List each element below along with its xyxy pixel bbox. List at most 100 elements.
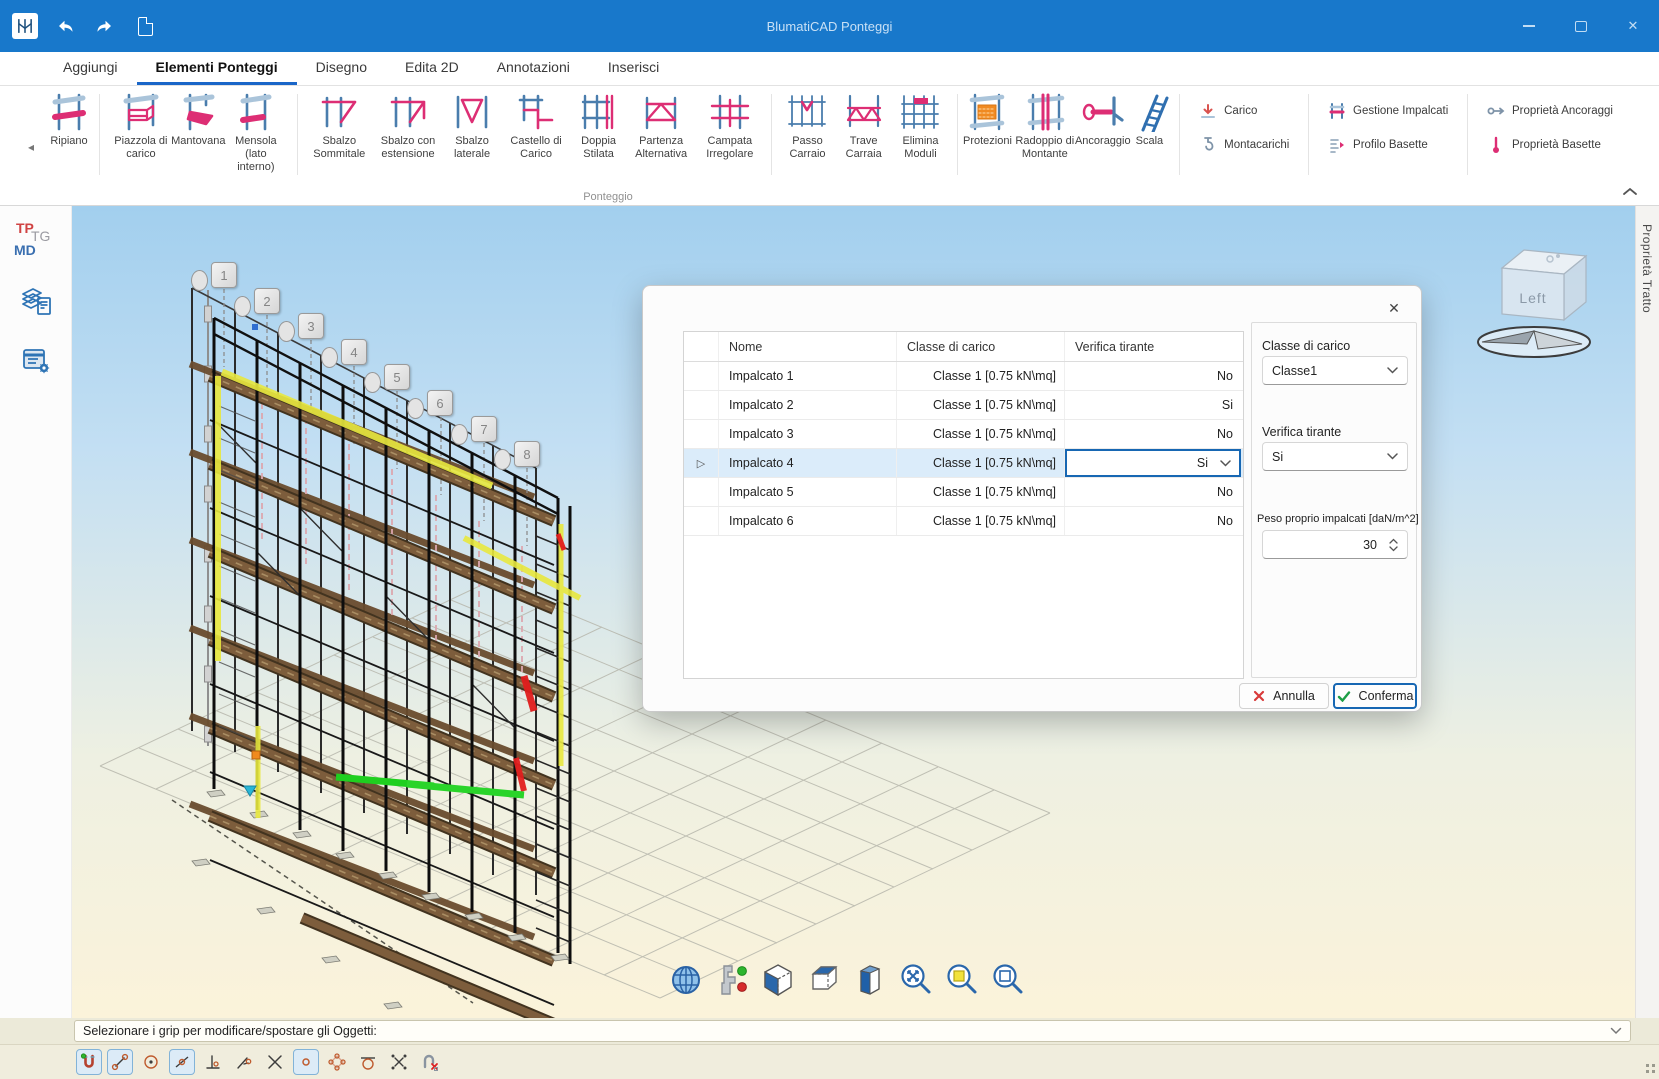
ribbon-button-sbalzo-sommitale[interactable]: Sbalzo Sommitale [305,92,374,161]
classe-di-carico-select[interactable]: Classe1 [1262,356,1408,385]
zoom-window-button[interactable] [942,960,982,1000]
proprieta-tratto-tab[interactable]: Proprietà Tratto [1640,224,1654,313]
chevron-down-icon[interactable] [1610,1027,1622,1035]
ribbon-button-castello-di-carico[interactable]: Castello di Carico [502,92,571,161]
ribbon-button-doppia-stilata[interactable]: Doppia Stilata [570,92,626,161]
snap-intersection-button[interactable] [262,1049,288,1075]
table-row[interactable]: Impalcato 2 Classe 1 [0.75 kN\mq] Si [684,391,1243,420]
partenza-alternativa-icon [639,92,683,132]
maximize-icon [1575,21,1587,32]
redo-button[interactable] [92,13,118,39]
cell-classe[interactable]: Classe 1 [0.75 kN\mq] [897,391,1065,419]
ribbon-button-ancoraggio[interactable]: Ancoraggio [1079,92,1126,148]
ribbon-button-ripiano[interactable]: Ripiano [46,92,92,148]
snap-endpoint-button[interactable] [107,1049,133,1075]
snap-quadrant-button[interactable] [324,1049,350,1075]
cell-verifica[interactable]: No [1065,478,1241,506]
tab-annotazioni[interactable]: Annotazioni [478,52,589,85]
collapse-ribbon-button[interactable] [1619,183,1641,199]
table-row[interactable]: Impalcato 5 Classe 1 [0.75 kN\mq] No [684,478,1243,507]
snap-midpoint-button[interactable] [169,1049,195,1075]
spinner-down-icon[interactable] [1389,546,1398,552]
ribbon-button-scala[interactable]: Scala [1126,92,1172,148]
dialog-close-button[interactable]: ✕ [1379,294,1409,322]
ribbon-button-gestione-impalcati[interactable]: Gestione Impalcati [1328,102,1448,120]
peso-proprio-spinner[interactable]: 30 [1262,530,1408,559]
cell-verifica[interactable]: No [1065,420,1241,448]
trave-carraia-icon [842,92,886,132]
ribbon-button-sbalzo-laterale[interactable]: Sbalzo laterale [442,92,501,161]
annulla-button[interactable]: Annulla [1239,683,1329,709]
conferma-button[interactable]: Conferma [1333,683,1417,709]
ribbon-button-proprieta-basette[interactable]: Proprietà Basette [1487,136,1613,154]
ribbon-button-trave-carraia[interactable]: Trave Carraia [836,92,891,161]
ribbon-button-label: Gestione Impalcati [1353,105,1448,117]
tab-disegno[interactable]: Disegno [297,52,386,85]
box-view-button[interactable] [804,960,844,1000]
snap-disable-button[interactable] [417,1049,443,1075]
command-input[interactable]: Selezionare i grip per modificare/sposta… [74,1020,1631,1042]
magnet-snap-icon [79,1052,99,1072]
cell-verifica[interactable]: Si [1065,391,1241,419]
table-row-selected[interactable]: ▷ Impalcato 4 Classe 1 [0.75 kN\mq] Si [684,449,1243,478]
iso-view-button[interactable] [758,960,798,1000]
cell-verifica[interactable]: No [1065,507,1241,535]
snap-from-button[interactable] [231,1049,257,1075]
close-button[interactable]: ✕ [1607,0,1659,52]
zoom-previous-button[interactable] [988,960,1028,1000]
layers-report-button[interactable] [17,282,55,320]
minimize-button[interactable] [1503,0,1555,52]
ribbon-button-mantovana[interactable]: Mantovana [175,92,221,148]
ribbon-button-montacarichi[interactable]: Montacarichi [1199,136,1289,154]
snap-node-button[interactable] [293,1049,319,1075]
ribbon-button-partenza-alternativa[interactable]: Partenza Alternativa [627,92,696,161]
snap-center-button[interactable] [138,1049,164,1075]
ribbon-divider [1308,94,1309,175]
ribbon-button-campata-irregolare[interactable]: Campata Irregolare [695,92,764,161]
cell-classe[interactable]: Classe 1 [0.75 kN\mq] [897,507,1065,535]
spinner-up-icon[interactable] [1389,538,1398,544]
snap-magnet-button[interactable] [76,1049,102,1075]
snap-perpendicular-button[interactable] [200,1049,226,1075]
cell-classe[interactable]: Classe 1 [0.75 kN\mq] [897,362,1065,390]
verifica-cell-dropdown[interactable]: Si [1065,449,1241,477]
maximize-button[interactable] [1555,0,1607,52]
ribbon-button-elimina-moduli[interactable]: Elimina Moduli [891,92,949,161]
side-view-button[interactable] [850,960,890,1000]
ribbon-button-protezioni[interactable]: Protezioni [964,92,1010,148]
tab-elementi-ponteggi[interactable]: Elementi Ponteggi [137,52,297,85]
ribbon-button-proprieta-ancoraggi[interactable]: Proprietà Ancoraggi [1487,102,1613,120]
window-resize-grip[interactable] [1646,1064,1649,1067]
new-document-button[interactable] [132,13,158,39]
ribbon-button-carico[interactable]: Carico [1199,102,1289,120]
doppia-stilata-icon [577,92,621,132]
cell-classe[interactable]: Classe 1 [0.75 kN\mq] [897,478,1065,506]
layers-document-icon [19,284,53,318]
tab-inserisci[interactable]: Inserisci [589,52,678,85]
undo-button[interactable] [52,13,78,39]
ribbon-button-mensola-lato-interno[interactable]: Mensola (lato interno) [222,92,291,174]
ribbon-scroll-left-button[interactable]: ◂ [22,134,40,160]
tab-aggiungi[interactable]: Aggiungi [44,52,137,85]
ribbon-button-piazzola-di-carico[interactable]: Piazzola di carico [107,92,175,161]
mensola-icon [234,92,278,132]
zoom-extents-button[interactable] [896,960,936,1000]
ribbon-button-profilo-basette[interactable]: Profilo Basette [1328,136,1448,154]
table-row[interactable]: Impalcato 1 Classe 1 [0.75 kN\mq] No [684,362,1243,391]
tab-edita-2d[interactable]: Edita 2D [386,52,478,85]
orbit-globe-button[interactable] [666,960,706,1000]
ribbon-button-radoppio-di-montante[interactable]: Radoppio di Montante [1010,92,1079,161]
table-row[interactable]: Impalcato 3 Classe 1 [0.75 kN\mq] No [684,420,1243,449]
view-cube[interactable]: Left [1468,240,1600,362]
cell-classe[interactable]: Classe 1 [0.75 kN\mq] [897,420,1065,448]
table-row[interactable]: Impalcato 6 Classe 1 [0.75 kN\mq] No [684,507,1243,536]
snap-tangent-button[interactable] [355,1049,381,1075]
cell-verifica[interactable]: No [1065,362,1241,390]
snap-apparent-intersection-button[interactable] [386,1049,412,1075]
walk-view-button[interactable] [712,960,752,1000]
cell-classe[interactable]: Classe 1 [0.75 kN\mq] [897,449,1065,477]
ribbon-button-sbalzo-con-estensione[interactable]: Sbalzo con estensione [374,92,443,161]
report-settings-button[interactable] [17,342,55,380]
verifica-tirante-select[interactable]: Si [1262,442,1408,471]
ribbon-button-passo-carraio[interactable]: Passo Carraio [779,92,836,161]
